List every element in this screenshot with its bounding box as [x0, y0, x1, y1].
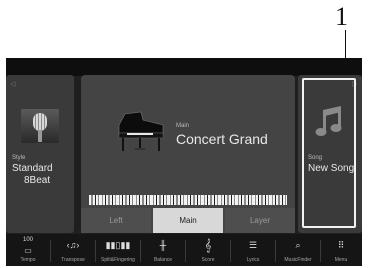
- split-fingering-button[interactable]: ▮▮▯▮▮ Split&Fingering: [96, 234, 140, 266]
- score-button[interactable]: 𝄞 Score: [186, 234, 230, 266]
- balance-icon: ╫: [159, 240, 167, 250]
- score-label: Score: [201, 257, 215, 263]
- song-panel[interactable]: ▷ Song New Song: [298, 75, 362, 233]
- transpose-icon: ‹♫›: [66, 240, 80, 250]
- arrow-left-icon[interactable]: ◁: [10, 81, 15, 88]
- tempo-button[interactable]: 100 ▭ Tempo: [6, 234, 50, 266]
- split-fingering-label: Split&Fingering: [101, 257, 135, 263]
- split-fingering-icon: ▮▮▯▮▮: [105, 240, 131, 250]
- song-name: New Song: [308, 163, 355, 174]
- style-microphone-icon: [21, 109, 59, 143]
- style-label: Style: [12, 155, 26, 161]
- transpose-button[interactable]: ‹♫› Transpose: [51, 234, 95, 266]
- music-note-icon: [315, 106, 342, 136]
- menu-grid-icon: ⠿: [337, 240, 345, 250]
- top-bar: [6, 58, 362, 76]
- balance-label: Balance: [153, 257, 173, 263]
- callout-number: 1: [335, 2, 348, 31]
- tempo-icon: ▭: [24, 246, 32, 255]
- main-part-label: Main: [176, 123, 190, 129]
- tab-left[interactable]: Left: [81, 208, 151, 233]
- song-highlight-frame: [302, 78, 356, 228]
- music-finder-icon: ⌕: [295, 240, 301, 250]
- lyrics-icon: ☰: [248, 240, 258, 250]
- menu-label: Menu: [334, 257, 348, 263]
- treble-clef-icon: 𝄞: [204, 238, 212, 252]
- style-panel[interactable]: ◁ Style Standard 8Beat: [6, 75, 74, 233]
- bottom-function-bar: 100 ▭ Tempo ‹♫› Transpose ▮▮▯▮▮ Split&Fi…: [6, 234, 362, 266]
- transpose-label: Transpose: [61, 257, 85, 263]
- menu-button[interactable]: ⠿ Menu: [320, 234, 362, 266]
- balance-button[interactable]: ╫ Balance: [141, 234, 185, 266]
- grand-piano-icon: [118, 111, 164, 151]
- music-finder-label: MusicFinder: [284, 257, 312, 263]
- style-name-line1: Standard: [12, 163, 53, 174]
- lyrics-label: Lyrics: [246, 257, 260, 263]
- tempo-value: 100: [22, 237, 33, 243]
- instrument-screen: ◁ Style Standard 8Beat Main Concert Gran…: [6, 58, 362, 266]
- tab-main[interactable]: Main: [153, 208, 223, 233]
- tempo-label: Tempo: [20, 257, 36, 263]
- song-label: Song: [308, 155, 323, 161]
- lyrics-button[interactable]: ☰ Lyrics: [231, 234, 275, 266]
- main-voice-name: Concert Grand: [176, 131, 268, 147]
- keyboard-strip: [89, 195, 287, 205]
- part-tabs: Left Main Layer: [81, 208, 295, 233]
- tab-layer[interactable]: Layer: [225, 208, 295, 233]
- music-finder-button[interactable]: ⌕ MusicFinder: [276, 234, 320, 266]
- style-name-line2: 8Beat: [24, 175, 51, 186]
- main-voice-panel[interactable]: Main Concert Grand Left Main Layer: [81, 75, 295, 233]
